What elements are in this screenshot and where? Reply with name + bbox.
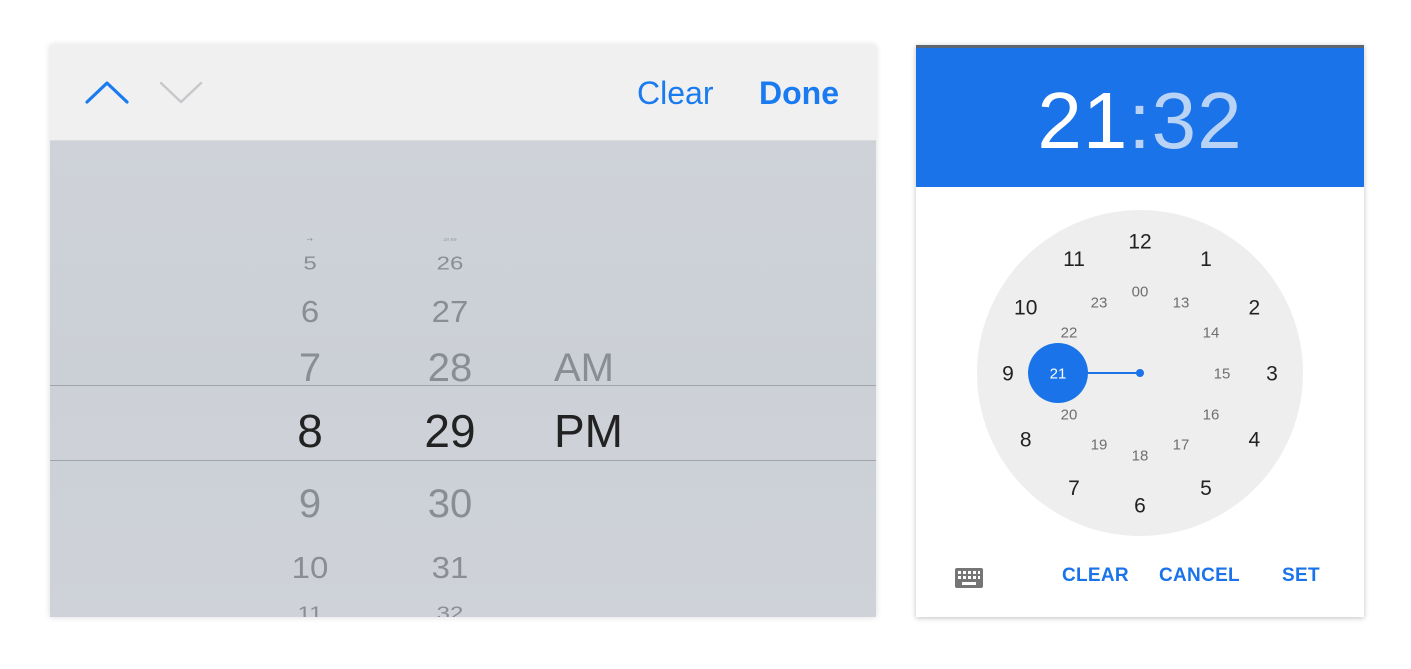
clock-dial[interactable]: 121234567891011001314151617181920212223 (916, 45, 1364, 617)
dial-center-dot (1136, 369, 1144, 377)
dial-hour-8[interactable]: 8 (1020, 429, 1032, 452)
hour-option-11[interactable]: 11 (240, 605, 380, 617)
hour-option-4[interactable]: 4 (240, 238, 380, 241)
minute-option-27[interactable]: 27 (380, 296, 520, 326)
clear-button[interactable]: Clear (637, 73, 713, 113)
dial-hour-20[interactable]: 20 (1061, 406, 1078, 423)
dial-hour-12[interactable]: 12 (1128, 231, 1151, 254)
dial-hour-17[interactable]: 17 (1173, 436, 1190, 453)
dial-hour-9[interactable]: 9 (1002, 363, 1014, 386)
period-option-pm[interactable]: PM (554, 408, 694, 454)
dial-hour-3[interactable]: 3 (1266, 363, 1278, 386)
dial-hour-18[interactable]: 18 (1132, 447, 1149, 464)
hour-option-10[interactable]: 10 (240, 552, 380, 582)
minute-option-31[interactable]: 31 (380, 552, 520, 582)
dial-hour-10[interactable]: 10 (1014, 297, 1037, 320)
dial-hour-1[interactable]: 1 (1200, 248, 1212, 271)
clear-button[interactable]: CLEAR (1062, 565, 1129, 587)
dial-hour-19[interactable]: 19 (1091, 436, 1108, 453)
dial-hour-6[interactable]: 6 (1134, 495, 1146, 518)
chevron-down-icon[interactable] (158, 77, 204, 107)
chevron-up-icon[interactable] (84, 77, 130, 107)
android-time-picker: 21:32 12 1 2 3 4 5 6 7 8 9 10 11 00 13 14 15 16 17 18 19 20 2… (916, 45, 1364, 617)
minute-option-28[interactable]: 28 (380, 348, 520, 388)
minute-wheel[interactable]: 252627282930313233 (380, 141, 520, 617)
minute-option-25[interactable]: 25 (380, 238, 520, 241)
done-button[interactable]: Done (759, 73, 839, 113)
dial-hour-13[interactable]: 13 (1173, 294, 1190, 311)
set-button[interactable]: SET (1282, 565, 1320, 587)
keyboard-icon[interactable] (954, 567, 984, 589)
period-option-am[interactable]: AM (554, 348, 694, 388)
dial-hour-00[interactable]: 00 (1132, 283, 1149, 300)
dial-hour-2[interactable]: 2 (1248, 297, 1260, 320)
dial-hour-16[interactable]: 16 (1203, 406, 1220, 423)
dial-hour-7[interactable]: 7 (1068, 477, 1080, 500)
hour-option-8[interactable]: 8 (240, 408, 380, 454)
hour-option-9[interactable]: 9 (240, 484, 380, 524)
hour-option-6[interactable]: 6 (240, 296, 380, 326)
minute-option-26[interactable]: 26 (380, 255, 520, 273)
ios-time-picker: Clear Done 456789101112 2526272829303132… (50, 45, 876, 617)
period-wheel[interactable]: AM PM (520, 141, 660, 617)
dial-hour-14[interactable]: 14 (1203, 324, 1220, 341)
minute-option-29[interactable]: 29 (380, 408, 520, 454)
hour-wheel[interactable]: 456789101112 (240, 141, 380, 617)
dial-hour-5[interactable]: 5 (1200, 477, 1212, 500)
minute-option-32[interactable]: 32 (380, 605, 520, 617)
hour-option-5[interactable]: 5 (240, 255, 380, 273)
dial-hour-21[interactable]: 21 (1050, 365, 1067, 382)
cancel-button[interactable]: CANCEL (1159, 565, 1240, 587)
dial-hour-23[interactable]: 23 (1091, 294, 1108, 311)
picker-wheels[interactable]: 456789101112 252627282930313233 AMPM (50, 141, 876, 617)
dial-hour-4[interactable]: 4 (1248, 429, 1260, 452)
minute-option-30[interactable]: 30 (380, 484, 520, 524)
dial-hour-15[interactable]: 15 (1214, 365, 1231, 382)
dial-hour-22[interactable]: 22 (1061, 324, 1078, 341)
dial-hour-11[interactable]: 11 (1063, 248, 1085, 271)
hour-option-7[interactable]: 7 (240, 348, 380, 388)
picker-toolbar: Clear Done (50, 45, 876, 141)
